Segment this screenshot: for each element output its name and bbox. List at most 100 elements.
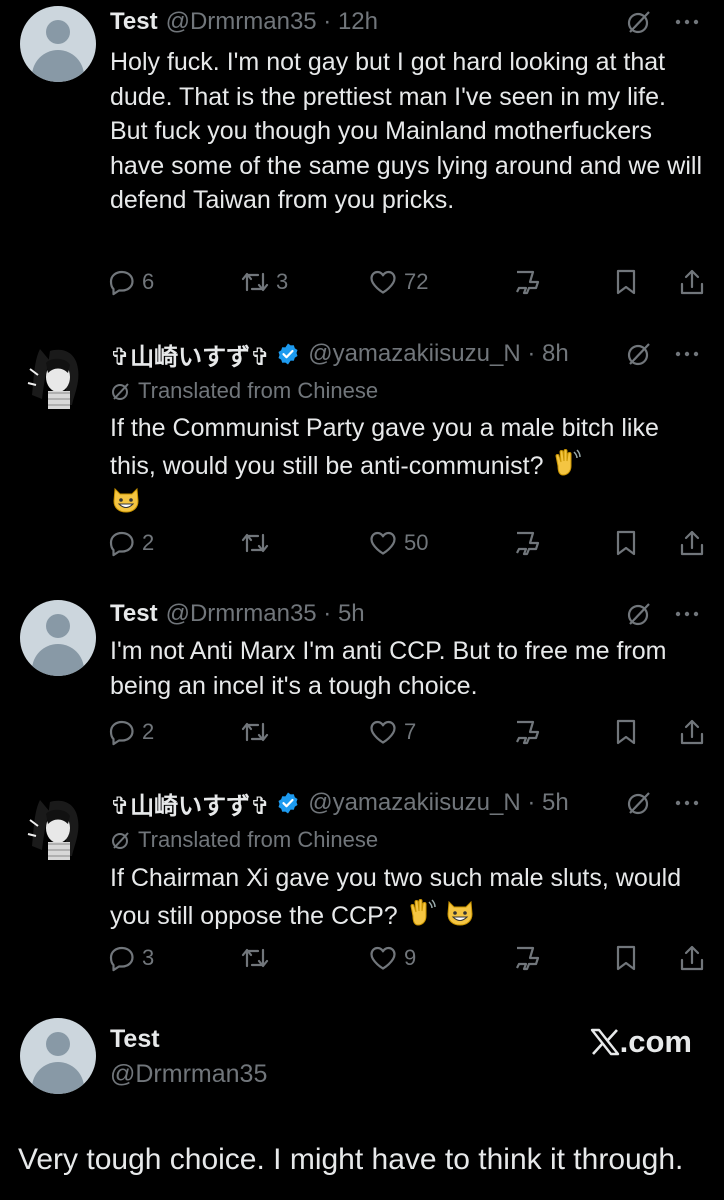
views-button[interactable] [513, 942, 549, 974]
tweet-header-icons [626, 787, 700, 819]
display-name[interactable]: ✞山崎いすず✞ [110, 337, 270, 372]
reply-icon [109, 720, 134, 746]
avatar[interactable] [20, 339, 96, 415]
grin-cat-emoji [113, 487, 139, 513]
reply-button[interactable]: 2 [108, 716, 154, 748]
tweet-text: I'm not Anti Marx I'm anti CCP. But to f… [110, 637, 667, 700]
anime-avatar-illustration [20, 790, 96, 866]
wave-emoji [410, 898, 436, 926]
x-logo-icon [590, 1028, 619, 1056]
grok-icon[interactable] [626, 341, 652, 367]
retweet-icon [241, 948, 269, 968]
retweet-icon [241, 722, 269, 742]
retweet-icon [241, 533, 269, 553]
tweet-text: If Chairman Xi gave you two such male sl… [110, 861, 710, 933]
tweet-header-icons [626, 598, 700, 630]
more-icon[interactable] [674, 790, 700, 816]
like-icon [370, 270, 396, 294]
like-button[interactable]: 72 [368, 266, 428, 298]
reply-count: 2 [142, 719, 155, 744]
like-count: 50 [404, 530, 429, 555]
like-icon [370, 720, 396, 744]
translate-icon [112, 832, 129, 849]
x-brand-text: .com [619, 1024, 692, 1059]
retweet-button[interactable] [240, 942, 276, 974]
like-count: 9 [404, 945, 417, 970]
share-button[interactable] [678, 716, 712, 748]
reply-button[interactable]: 3 [108, 942, 154, 974]
grok-icon[interactable] [626, 9, 652, 35]
views-button[interactable] [513, 527, 549, 559]
translated-label[interactable]: Translated from Chinese [110, 827, 378, 853]
retweet-button[interactable] [240, 716, 276, 748]
views-button[interactable] [513, 266, 549, 298]
views-icon [516, 270, 540, 295]
handle-and-time[interactable]: @Drmrman35 · 5h [166, 600, 365, 628]
avatar-body-shape [32, 644, 84, 676]
views-icon [516, 946, 540, 971]
avatar[interactable] [20, 790, 96, 866]
footer-handle: @Drmrman35 [110, 1060, 268, 1088]
bookmark-button[interactable] [613, 527, 645, 559]
retweet-button[interactable]: 3 [240, 266, 288, 298]
reply-count: 6 [142, 269, 155, 294]
reply-button[interactable]: 2 [108, 527, 154, 559]
avatar-body-shape [32, 50, 84, 82]
more-icon[interactable] [674, 9, 700, 35]
avatar-head-shape [46, 20, 70, 44]
bookmark-button[interactable] [613, 942, 645, 974]
grok-icon[interactable] [626, 601, 652, 627]
views-icon [516, 720, 540, 745]
retweet-count: 3 [276, 269, 289, 294]
reply-icon [109, 531, 134, 557]
tweet-header: Test @Drmrman35 · 5h [110, 598, 704, 630]
action-bar: 6 3 72 [108, 266, 708, 298]
like-button[interactable]: 50 [368, 527, 428, 559]
share-icon [680, 719, 704, 745]
more-icon[interactable] [674, 341, 700, 367]
reply-count: 3 [142, 945, 155, 970]
share-icon [680, 269, 704, 295]
translated-label[interactable]: Translated from Chinese [110, 378, 378, 404]
footer-reply-text: Very tough choice. I might have to think… [18, 1143, 684, 1176]
bookmark-icon [616, 530, 636, 556]
x-brand-logo: .com [590, 1024, 692, 1060]
action-bar: 2 7 [108, 716, 708, 748]
grin-cat-emoji [447, 900, 473, 926]
display-name[interactable]: ✞山崎いすず✞ [110, 786, 270, 821]
bookmark-button[interactable] [613, 716, 645, 748]
translated-text: Translated from Chinese [138, 378, 379, 403]
reply-button[interactable]: 6 [108, 266, 154, 298]
action-bar: 2 50 [108, 527, 708, 559]
like-button[interactable]: 9 [368, 942, 416, 974]
reply-icon [109, 270, 134, 296]
more-icon[interactable] [674, 601, 700, 627]
handle-and-time[interactable]: @yamazakiisuzu_N · 5h [308, 789, 568, 817]
avatar[interactable] [20, 6, 96, 82]
avatar[interactable] [20, 600, 96, 676]
avatar-head-shape [46, 614, 70, 638]
share-button[interactable] [678, 527, 712, 559]
handle-and-time[interactable]: @yamazakiisuzu_N · 8h [308, 340, 568, 368]
grok-icon[interactable] [626, 790, 652, 816]
share-button[interactable] [678, 942, 712, 974]
translated-text: Translated from Chinese [138, 827, 379, 852]
display-name[interactable]: Test [110, 600, 158, 628]
share-button[interactable] [678, 266, 712, 298]
views-button[interactable] [513, 716, 549, 748]
action-bar: 3 9 [108, 942, 708, 974]
reply-icon [109, 946, 134, 972]
bookmark-icon [616, 269, 636, 295]
tweet-text-body: If Chairman Xi gave you two such male sl… [110, 864, 682, 930]
like-button[interactable]: 7 [368, 716, 416, 748]
bookmark-icon [616, 945, 636, 971]
tweet-text: Holy fuck. I'm not gay but I got hard lo… [110, 48, 702, 214]
handle-and-time[interactable]: @Drmrman35 · 12h [166, 8, 378, 36]
like-count: 72 [404, 269, 429, 294]
retweet-icon [241, 272, 269, 292]
bookmark-button[interactable] [613, 266, 645, 298]
tweet-header: Test @Drmrman35 · 12h [110, 6, 704, 38]
retweet-button[interactable] [240, 527, 276, 559]
display-name[interactable]: Test [110, 8, 158, 36]
share-icon [680, 945, 704, 971]
